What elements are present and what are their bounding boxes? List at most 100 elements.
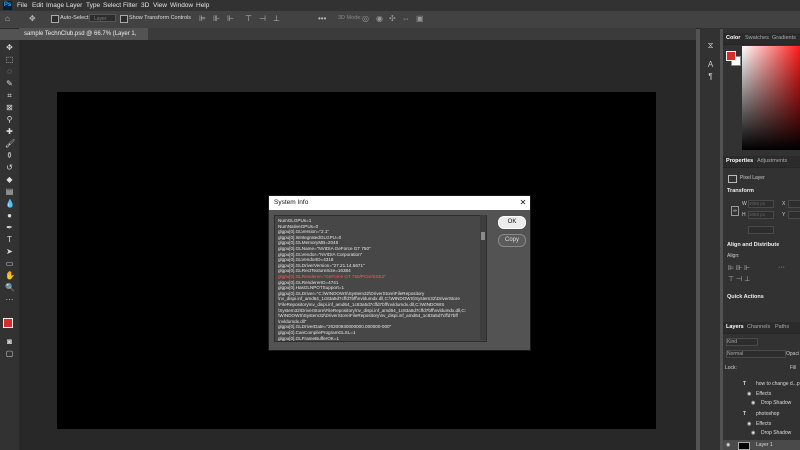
foreground-color-swatch[interactable] [3, 318, 13, 328]
3d-orbit-icon[interactable]: ◎ [362, 14, 369, 24]
gradient-icon[interactable]: ▤ [5, 187, 14, 196]
menu-view[interactable]: View [153, 0, 167, 11]
align-right-icon[interactable]: ⊩ [227, 14, 234, 24]
hand-icon[interactable]: ✋ [5, 271, 15, 280]
tab-gradients[interactable]: Gradients [772, 33, 796, 44]
tab-swatches[interactable]: Swatches [745, 33, 769, 44]
angle-field[interactable] [748, 226, 774, 234]
color-picker-field[interactable] [742, 46, 800, 150]
document-tab[interactable]: sample TechnClub.psd @ 66.7% (Layer 1, R… [19, 28, 148, 49]
quick-actions-heading[interactable]: Quick Actions [727, 294, 764, 300]
eraser-icon[interactable]: ◆ [5, 175, 14, 184]
zoom-icon[interactable]: 🔍 [5, 283, 15, 292]
3d-pan-icon[interactable]: ✣ [389, 14, 396, 24]
tab-properties[interactable]: Properties [726, 156, 753, 167]
blend-mode-dropdown[interactable]: Normal [726, 350, 786, 358]
menu-3d[interactable]: 3D [141, 0, 149, 11]
vertical-scrollbar[interactable] [480, 215, 486, 340]
color-fg-swatch[interactable] [726, 51, 736, 61]
menu-filter[interactable]: Filter [123, 0, 137, 11]
marquee-icon[interactable]: ⬚ [5, 55, 14, 64]
eyedropper-icon[interactable]: ⚲ [5, 115, 14, 124]
frame-icon[interactable]: ⊠ [5, 103, 14, 112]
history-brush-icon[interactable]: ↺ [5, 163, 14, 172]
align-left-icon[interactable]: ⊫ [199, 14, 206, 24]
3d-scale-icon[interactable]: ▣ [416, 14, 424, 24]
x-field[interactable] [788, 200, 800, 208]
system-info-text-area[interactable]: NumGLGPUs=1 NumNativeGPUs=0 glgpu[0].GLVer… [274, 215, 487, 342]
quick-mask-icon[interactable]: ◙ [5, 337, 14, 346]
align-distribute-heading[interactable]: Align and Distribute [727, 242, 779, 248]
menu-type[interactable]: Type [86, 0, 100, 11]
copy-button[interactable]: Copy [498, 234, 526, 247]
system-info-line: glgpu[0].GLDriver="C:\WINDOWS\System32\D… [278, 290, 425, 296]
tab-adjustments[interactable]: Adjustments [757, 156, 787, 167]
layer-kind-filter[interactable]: Kind [726, 338, 758, 346]
menu-select[interactable]: Select [103, 0, 121, 11]
width-field[interactable]: 1066 px [748, 200, 774, 208]
align-top-icon[interactable]: ⊤ [245, 14, 252, 24]
3d-slide-icon[interactable]: ⇔ [402, 14, 410, 24]
layer-effect-row[interactable]: ◉ Drop Shadow [723, 428, 800, 438]
show-transform-checkbox[interactable] [120, 15, 128, 23]
more-options-icon[interactable]: ••• [318, 14, 326, 24]
more-align-icon[interactable]: ··· [778, 264, 785, 271]
menu-image[interactable]: Image [46, 0, 64, 11]
pen-icon[interactable]: ✒ [5, 223, 14, 232]
dialog-title-bar[interactable]: System Info [269, 196, 530, 210]
align-bottom-icon[interactable]: ⊥ [273, 14, 280, 24]
character-icon[interactable]: A [706, 60, 715, 69]
close-icon[interactable]: ✕ [517, 196, 529, 210]
align-center-icon[interactable]: ⊪ [213, 14, 220, 24]
history-icon[interactable]: ⧖ [706, 41, 715, 50]
quick-select-icon[interactable]: ✎ [5, 79, 14, 88]
link-icon[interactable]: ∞ [731, 206, 739, 216]
type-icon[interactable]: T [5, 235, 14, 244]
tab-paths[interactable]: Paths [775, 322, 789, 333]
3d-roll-icon[interactable]: ◉ [376, 14, 383, 24]
menu-file[interactable]: File [17, 0, 27, 11]
transform-heading[interactable]: Transform [727, 188, 754, 194]
height-field[interactable]: 1066 px [748, 211, 774, 219]
rectangle-icon[interactable]: ▭ [5, 259, 14, 268]
system-info-line: \nv_dispi.inf_amd64_1c83a5d7cffd7bff\nvl… [278, 296, 460, 302]
blur-icon[interactable]: 💧 [5, 199, 15, 208]
path-select-icon[interactable]: ➤ [5, 247, 14, 256]
auto-select-checkbox[interactable] [51, 15, 59, 23]
eye-icon[interactable]: ◉ [751, 398, 755, 408]
menu-window[interactable]: Window [170, 0, 193, 11]
align-vertical-icons[interactable]: ⊤ ⊣ ⊥ [728, 275, 750, 283]
eye-icon[interactable]: ◉ [751, 428, 755, 438]
layer-effect-row[interactable]: ◉ Drop Shadow [723, 398, 800, 408]
ok-button[interactable]: OK [498, 216, 526, 229]
menu-help[interactable]: Help [196, 0, 209, 11]
layer-row-selected[interactable]: ◉ Layer 1 [723, 440, 800, 450]
show-transform-label: Show Transform Controls [129, 15, 192, 21]
align-middle-icon[interactable]: ⊣ [259, 14, 266, 24]
dodge-icon[interactable]: ● [5, 211, 14, 220]
y-field[interactable] [788, 211, 800, 219]
auto-select-dropdown[interactable]: Layer [89, 14, 116, 22]
move-tool-icon[interactable]: ✥ [29, 14, 36, 24]
brush-icon[interactable]: 🖌 [5, 139, 15, 148]
menu-layer[interactable]: Layer [66, 0, 82, 11]
healing-brush-icon[interactable]: ✚ [5, 127, 14, 136]
scrollbar-thumb[interactable] [481, 232, 485, 240]
more-tools-icon[interactable]: ··· [5, 295, 14, 304]
crop-icon[interactable]: ⌗ [5, 91, 14, 100]
eye-icon[interactable]: ◉ [726, 440, 730, 450]
lock-label: Lock: [725, 365, 737, 371]
lasso-icon[interactable]: ◌ [5, 67, 14, 76]
paragraph-icon[interactable]: ¶ [706, 72, 715, 81]
layer-row[interactable]: T photoshop [723, 409, 800, 419]
menu-edit[interactable]: Edit [32, 0, 43, 11]
tab-layers[interactable]: Layers [726, 322, 744, 333]
clone-stamp-icon[interactable]: ⚱ [5, 151, 14, 160]
move-icon[interactable]: ✥ [5, 43, 14, 52]
screen-mode-icon[interactable]: ▢ [5, 349, 14, 358]
align-icons[interactable]: ⊫ ⊪ ⊩ [728, 264, 750, 272]
tab-color[interactable]: Color [726, 33, 740, 44]
layer-row[interactable]: T how to change d...p [723, 379, 800, 389]
tab-channels[interactable]: Channels [747, 322, 770, 333]
home-icon[interactable]: ⌂ [5, 14, 10, 24]
